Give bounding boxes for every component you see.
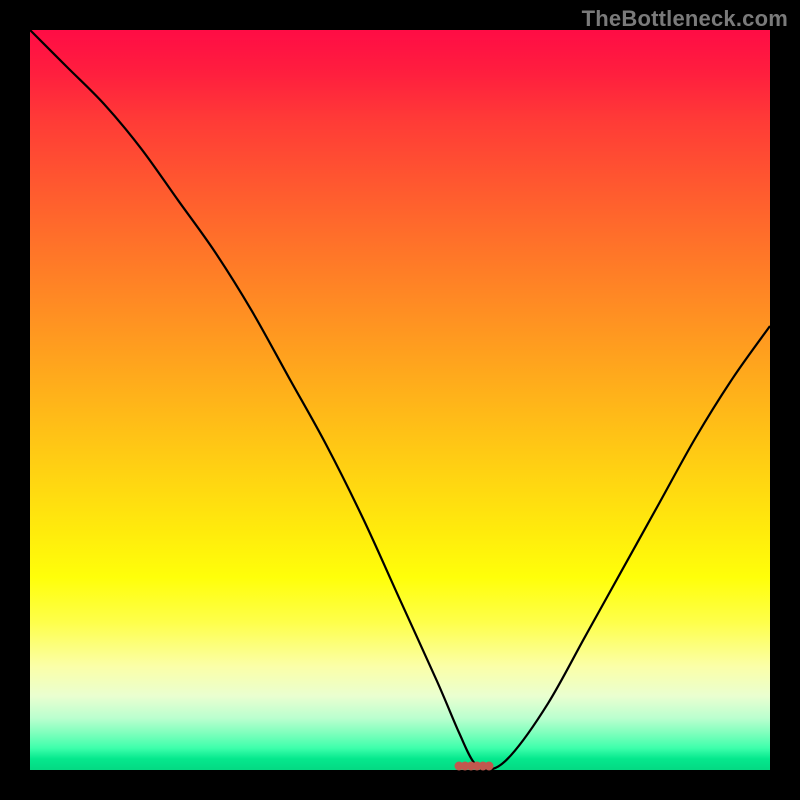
- curve-path: [30, 30, 770, 770]
- bottleneck-curve: [30, 30, 770, 770]
- plot-area: [30, 30, 770, 770]
- marker-dot: [485, 762, 494, 771]
- chart-container: TheBottleneck.com: [0, 0, 800, 800]
- watermark-text: TheBottleneck.com: [582, 6, 788, 32]
